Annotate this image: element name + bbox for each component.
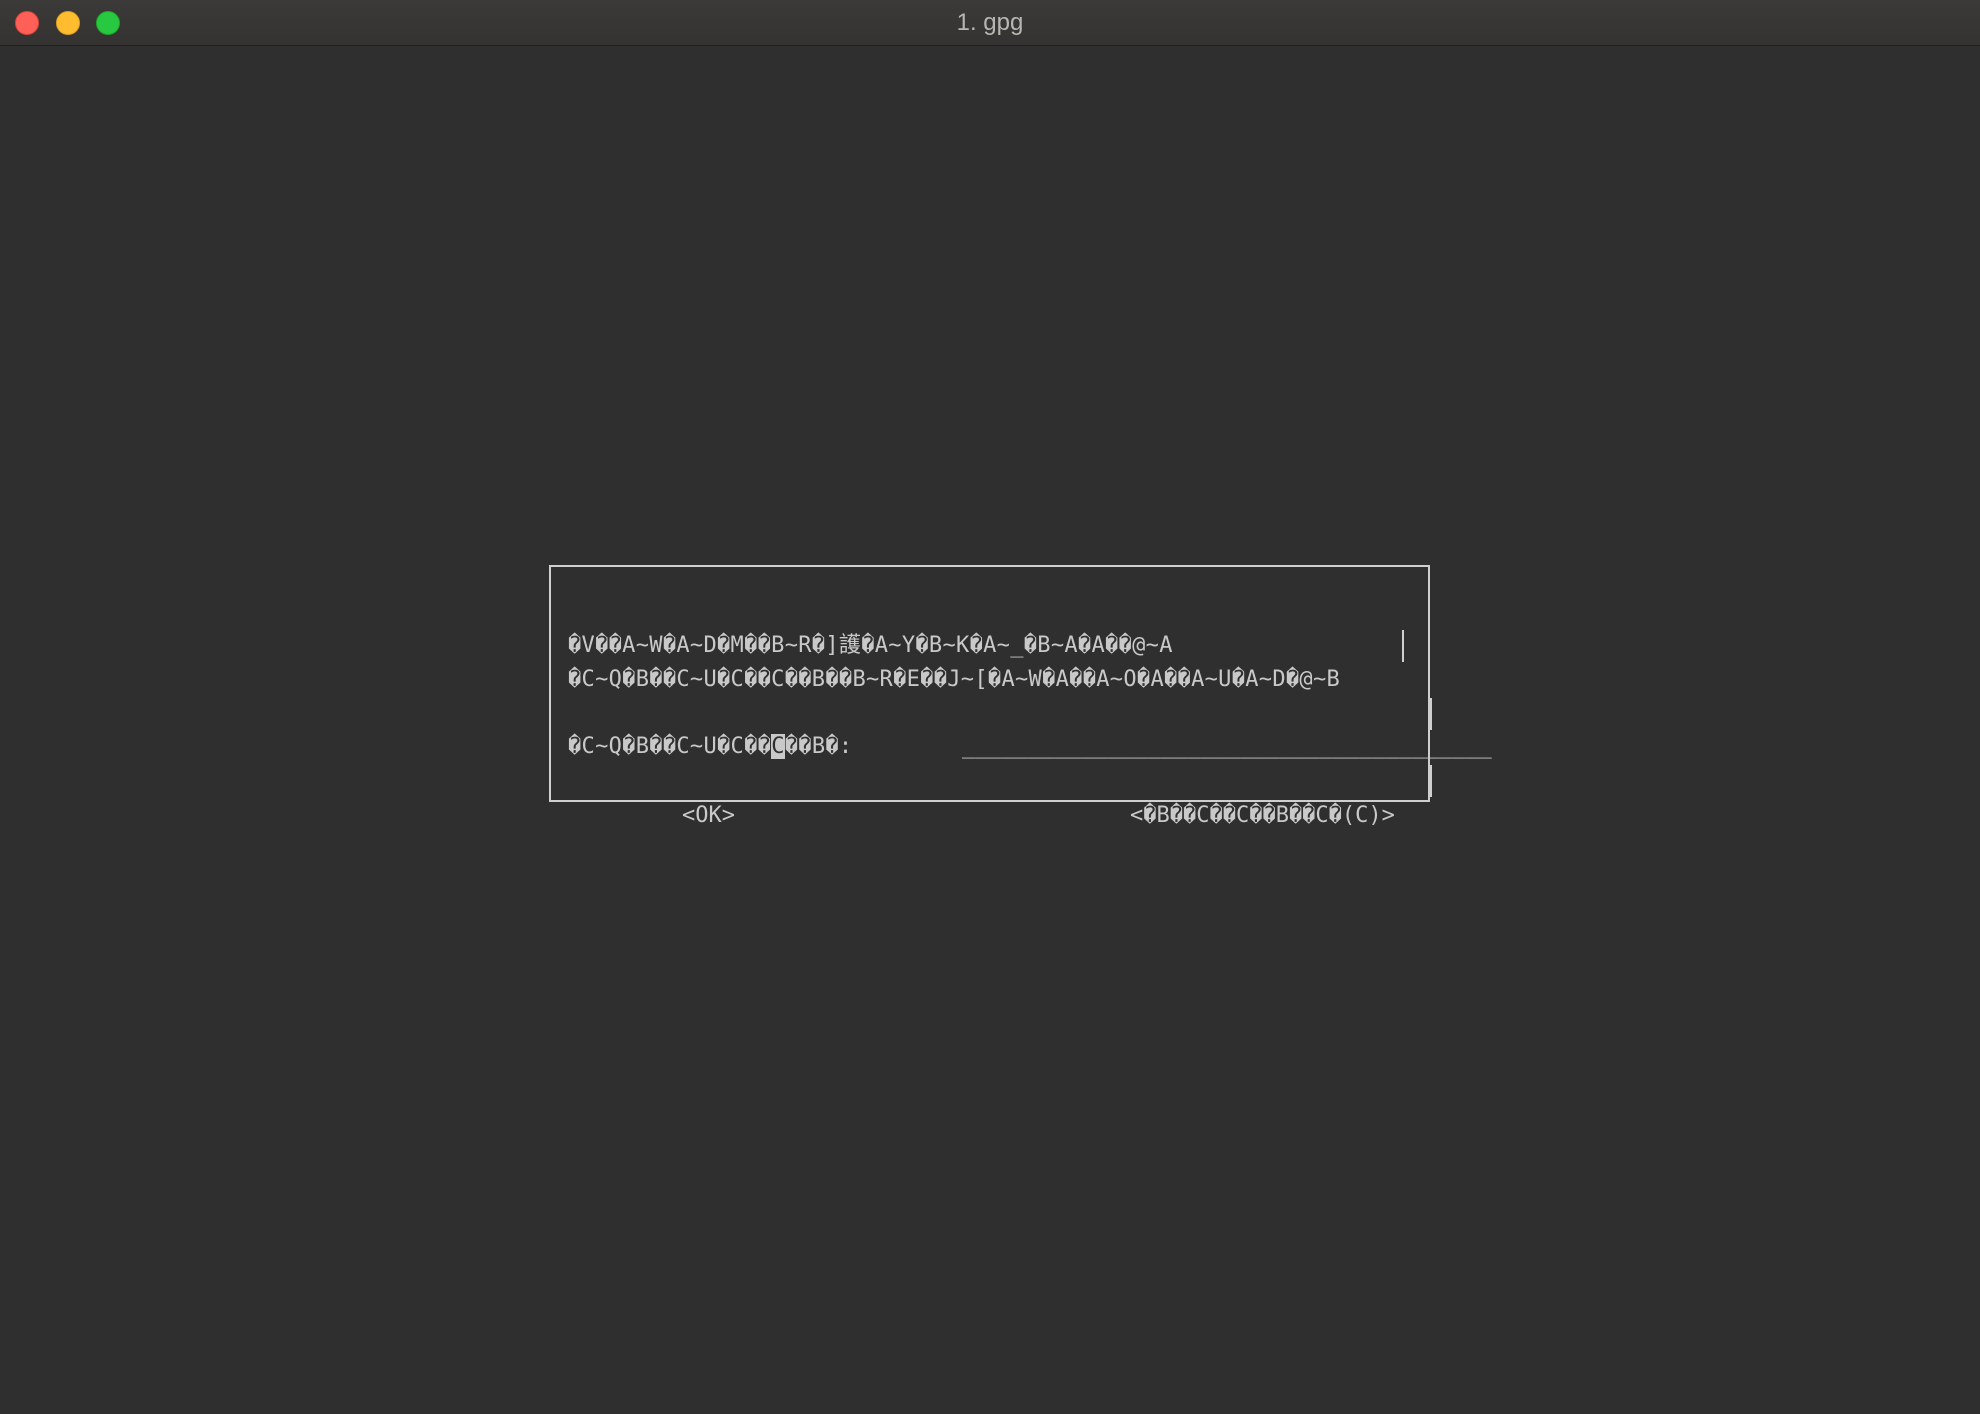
text-cursor: C [771, 734, 785, 759]
dialog-inner-divider [1402, 630, 1404, 662]
ok-button[interactable]: <OK> [682, 799, 735, 833]
window-title: 1. gpg [956, 9, 1024, 36]
prompt-text-before: �C~Q�B��C~U�C�� [568, 734, 772, 759]
terminal-window: 1. gpg �V��A~W�A~D�M��B~R�]護�A~Y�B~K�A~_… [0, 0, 1980, 1414]
passphrase-input[interactable]: ________________________________________ [962, 730, 1522, 764]
dialog-message-line-1: �V��A~W�A~D�M��B~R�]護�A~Y�B~K�A~_�B~A�A�… [568, 633, 1173, 658]
title-bar[interactable]: 1. gpg [0, 0, 1980, 46]
passphrase-prompt: �C~Q�B��C~U�C��C��B�: [568, 730, 852, 764]
dialog-right-border-fragment [1430, 698, 1432, 730]
dialog-right-border-fragment-2 [1430, 765, 1432, 797]
prompt-text-after: ��B�: [784, 734, 853, 759]
cancel-button[interactable]: <�B��C��C��B��C�(C)> [1130, 799, 1395, 833]
dialog-message-line-2: �C~Q�B��C~U�C��C��B��B~R�E��J~[�A~W�A��A… [568, 667, 1341, 692]
